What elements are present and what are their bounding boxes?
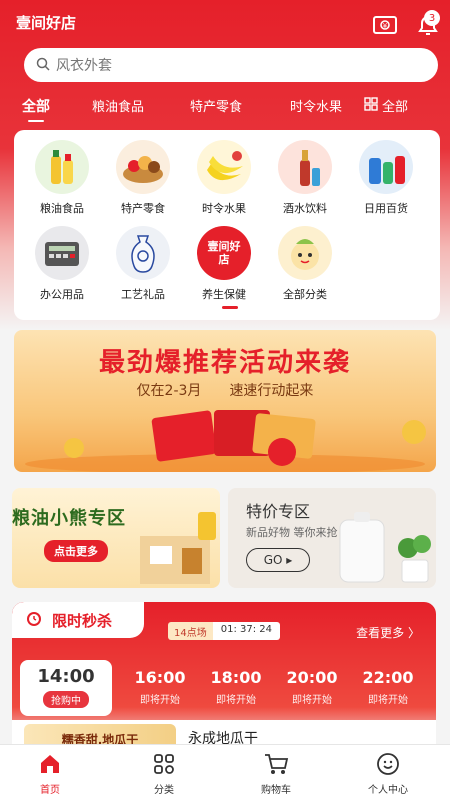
promo-banner-title: 最劲爆推荐活动来袭: [98, 348, 351, 378]
promo-banner-subtitle: 仅在2-3月 速速行动起来: [14, 380, 436, 400]
category-label: 粮油食品: [40, 202, 84, 215]
nav-cart[interactable]: 购物车: [236, 751, 316, 796]
user-icon: [375, 751, 401, 777]
category-item-drinks[interactable]: 酒水饮料: [265, 140, 345, 226]
coupon-icon[interactable]: ¥: [372, 14, 400, 36]
bottle-icon: [278, 140, 332, 194]
humidifier-illustration: [339, 512, 431, 583]
time-slot[interactable]: 16:00 即将开始: [122, 660, 198, 714]
home-icon: [37, 751, 63, 777]
category-item-health[interactable]: 壹间好店 养生保健: [184, 226, 264, 312]
special-deals-title: 特价专区: [246, 502, 311, 521]
time-slot[interactable]: 22:00 即将开始: [350, 660, 426, 714]
nav-label: 首页: [40, 785, 60, 796]
countdown-timer: 01: 37: 24: [212, 622, 281, 640]
banana-icon: [197, 140, 251, 194]
alarm-clock-icon: [24, 608, 44, 632]
promo-subtitle-left: 仅在2-3月: [136, 383, 202, 399]
svg-text:¥: ¥: [383, 22, 388, 30]
category-label: 特产零食: [121, 202, 165, 215]
top-bar: 壹间好店 ¥ 3: [0, 0, 450, 44]
promo-banner[interactable]: 最劲爆推荐活动来袭 仅在2-3月 速速行动起来: [14, 330, 436, 472]
category-tabs: 全部 粮油食品 特产零食 时令水果 全部: [0, 94, 450, 122]
category-label: 日用百货: [364, 202, 408, 215]
nav-label: 个人中心: [368, 785, 408, 796]
promo-subtitle-right: 速速行动起来: [229, 383, 314, 399]
bear-zone-title: 粮油小熊专区: [12, 508, 126, 529]
cooking-oil-icon: [35, 140, 89, 194]
snack-basket-icon: [116, 140, 170, 194]
flash-sale-header: 限时秒杀: [12, 602, 144, 638]
category-item-all[interactable]: 全部分类: [265, 226, 345, 312]
category-label: 全部分类: [283, 288, 327, 301]
category-label: 酒水饮料: [283, 202, 327, 215]
category-label: 办公用品: [40, 288, 84, 301]
category-item-crafts[interactable]: 工艺礼品: [103, 226, 183, 312]
tab-seasonal-fruit[interactable]: 时令水果: [290, 96, 342, 115]
category-item-grain-oil[interactable]: 粮油食品: [22, 140, 102, 226]
view-more-link[interactable]: 查看更多 〉: [356, 624, 420, 641]
tab-grain-oil[interactable]: 粮油食品: [92, 96, 144, 115]
grid-icon: [364, 96, 378, 115]
category-label: 养生保健: [202, 288, 246, 301]
shop-illustration: [140, 512, 216, 584]
tab-specialty-snacks[interactable]: 特产零食: [190, 96, 242, 115]
bear-zone-more-button[interactable]: 点击更多: [44, 540, 108, 562]
time-slot[interactable]: 18:00 即将开始: [198, 660, 274, 714]
search-input[interactable]: 风衣外套: [56, 55, 112, 75]
nav-label: 购物车: [261, 785, 291, 796]
time-slot-active[interactable]: 14:00 抢购中: [20, 660, 112, 716]
nav-home[interactable]: 首页: [10, 751, 90, 796]
category-item-daily-goods[interactable]: 日用百货: [346, 140, 426, 226]
slot-status: 即将开始: [368, 695, 408, 706]
category-grid-icon: [151, 751, 177, 777]
calculator-icon: [35, 226, 89, 280]
time-slot[interactable]: 20:00 即将开始: [274, 660, 350, 714]
slot-status: 抢购中: [43, 691, 89, 708]
app-title: 壹间好店: [16, 14, 77, 32]
slot-time: 22:00: [362, 668, 414, 687]
porcelain-vase-icon: [116, 226, 170, 280]
special-deals-subtitle: 新品好物 等你来抢: [246, 526, 338, 539]
category-grid: 粮油食品 特产零食 时令水果 酒水饮料 日用百货 办公用品 工艺礼品 壹间好店 …: [14, 130, 440, 320]
slot-time: 18:00: [210, 668, 262, 687]
bear-zone-banner[interactable]: 粮油小熊专区 点击更多: [12, 488, 220, 588]
bottom-nav: 首页 分类 购物车 个人中心: [0, 744, 450, 800]
nav-label: 分类: [154, 785, 174, 796]
category-item-snacks[interactable]: 特产零食: [103, 140, 183, 226]
tab-all[interactable]: 全部: [22, 96, 50, 122]
slot-status: 即将开始: [140, 695, 180, 706]
session-label: 14点场: [168, 622, 213, 640]
mascot-icon: [278, 226, 332, 280]
slot-time: 14:00: [37, 666, 95, 687]
brand-logo-text: 壹间好店: [207, 240, 241, 266]
search-icon: [36, 56, 50, 75]
nav-category[interactable]: 分类: [124, 751, 204, 796]
tab-all-grid-label: 全部: [382, 100, 409, 115]
red-envelope-illustration: [25, 410, 426, 472]
nav-profile[interactable]: 个人中心: [348, 751, 428, 796]
daily-goods-icon: [359, 140, 413, 194]
tab-all-grid[interactable]: 全部: [364, 96, 408, 115]
slot-status: 即将开始: [292, 695, 332, 706]
brand-logo-icon: 壹间好店: [197, 226, 251, 280]
time-slots: 14:00 抢购中 16:00 即将开始 18:00 即将开始 20:00 即将…: [12, 660, 436, 716]
category-label: 工艺礼品: [121, 288, 165, 301]
slot-time: 16:00: [134, 668, 186, 687]
special-deals-banner[interactable]: 特价专区 新品好物 等你来抢 GO ▸: [228, 488, 436, 588]
slot-time: 20:00: [286, 668, 338, 687]
category-pager-indicator: [222, 306, 238, 309]
category-item-fruit[interactable]: 时令水果: [184, 140, 264, 226]
flash-sale-title: 限时秒杀: [52, 611, 113, 630]
category-label: 时令水果: [202, 202, 246, 215]
session-countdown: 14点场 01: 37: 24: [168, 622, 281, 640]
notification-badge: 3: [424, 10, 440, 26]
search-bar[interactable]: 风衣外套: [24, 48, 438, 82]
category-item-office[interactable]: 办公用品: [22, 226, 102, 312]
go-button[interactable]: GO ▸: [246, 548, 310, 572]
slot-status: 即将开始: [216, 695, 256, 706]
cart-icon: [263, 751, 289, 777]
